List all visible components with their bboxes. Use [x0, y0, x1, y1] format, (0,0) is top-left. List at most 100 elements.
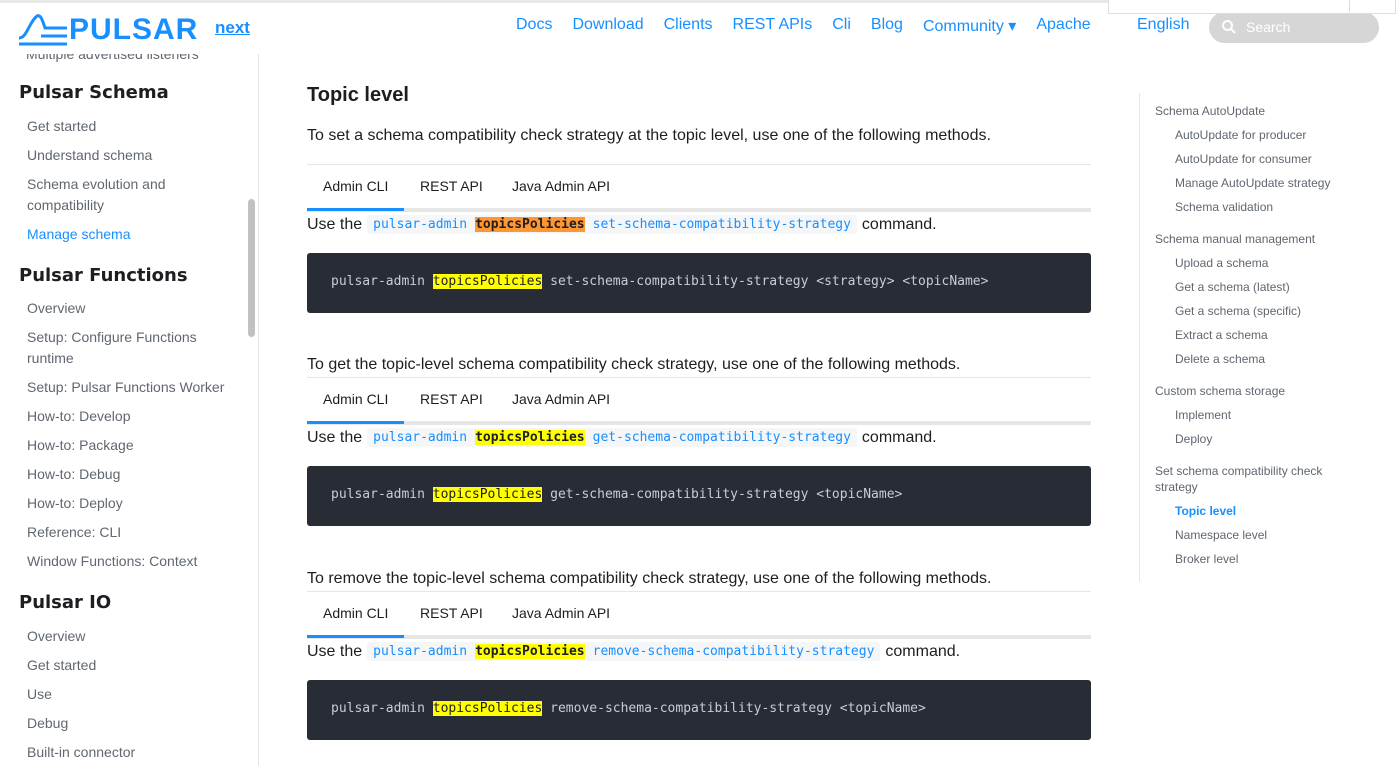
sidebar-item-package[interactable]: How-to: Package [27, 435, 242, 456]
nav-download[interactable]: Download [572, 16, 643, 36]
usage-prefix: Use the [307, 215, 363, 233]
sidebar-item-debug[interactable]: How-to: Debug [27, 464, 242, 485]
tab-admin-cli[interactable]: Admin CLI [323, 391, 388, 407]
pulsar-logo[interactable]: PULSAR [17, 10, 197, 48]
search-highlight: topicsPolicies [432, 487, 543, 502]
tab-java-admin-api[interactable]: Java Admin API [512, 391, 610, 407]
search-highlight: topicsPolicies [432, 701, 543, 716]
sidebar-item-deploy[interactable]: How-to: Deploy [27, 493, 242, 514]
toc-item[interactable]: AutoUpdate for consumer [1175, 151, 1365, 167]
toc-item[interactable]: Implement [1175, 407, 1365, 423]
nav-apache[interactable]: Apache [1036, 16, 1090, 36]
nav-docs[interactable]: Docs [516, 16, 552, 36]
usage-prefix: Use the [307, 428, 363, 446]
inline-command: pulsar-admin topicsPolicies get-schema-c… [367, 428, 857, 447]
sidebar-item-cut[interactable]: Multiple advertised listeners [26, 54, 199, 62]
toc-item[interactable]: Schema AutoUpdate [1155, 103, 1365, 119]
nav-blog[interactable]: Blog [871, 16, 903, 36]
toc-item[interactable]: Manage AutoUpdate strategy [1175, 175, 1365, 191]
sidebar-item-manage-schema[interactable]: Manage schema [27, 224, 242, 245]
tab-group: Admin CLI REST API Java Admin API [307, 164, 1091, 212]
tab-rest-api[interactable]: REST API [420, 605, 483, 621]
table-of-contents: Schema AutoUpdate AutoUpdate for produce… [1139, 93, 1379, 582]
toc-item[interactable]: Set schema compatibility check strategy [1155, 463, 1345, 495]
popup-edge [1108, 0, 1396, 14]
active-tab-indicator [307, 421, 404, 424]
sidebar-item-io-overview[interactable]: Overview [27, 626, 242, 647]
sidebar-item-io-debug[interactable]: Debug [27, 713, 242, 734]
usage-line: Use the pulsar-admin topicsPolicies remo… [307, 642, 960, 661]
section-intro: To set a schema compatibility check stra… [307, 127, 991, 144]
sidebar-item-overview[interactable]: Overview [27, 298, 242, 319]
sidebar-item-schema-evolution[interactable]: Schema evolution and compatibility [27, 174, 187, 216]
tab-admin-cli[interactable]: Admin CLI [323, 605, 388, 621]
nav-cli[interactable]: Cli [832, 16, 851, 36]
sidebar-item-develop[interactable]: How-to: Develop [27, 406, 242, 427]
sidebar-heading-schema[interactable]: Pulsar Schema [19, 82, 169, 103]
search-placeholder: Search [1246, 19, 1291, 35]
nav-rest-apis[interactable]: REST APIs [733, 16, 813, 36]
usage-prefix: Use the [307, 642, 363, 660]
sidebar-heading-io[interactable]: Pulsar IO [19, 592, 111, 613]
tab-group: Admin CLI REST API Java Admin API [307, 591, 1091, 639]
section-intro: To get the topic-level schema compatibil… [307, 356, 961, 373]
toc-item[interactable]: Schema validation [1175, 199, 1365, 215]
toc-item[interactable]: Deploy [1175, 431, 1365, 447]
usage-line: Use the pulsar-admin topicsPolicies get-… [307, 428, 937, 447]
sidebar-item-io-use[interactable]: Use [27, 684, 242, 705]
sidebar: Multiple advertised listeners Pulsar Sch… [0, 54, 259, 766]
code-block[interactable]: pulsar-admin topicsPolicies set-schema-c… [307, 253, 1091, 313]
section-intro: To remove the topic-level schema compati… [307, 570, 992, 587]
toc-item[interactable]: Schema manual management [1155, 231, 1365, 247]
active-tab-indicator [307, 635, 404, 638]
logo-text: PULSAR [69, 13, 199, 46]
active-tab-indicator [307, 208, 404, 211]
toc-item[interactable]: AutoUpdate for producer [1175, 127, 1365, 143]
sidebar-scrollbar[interactable] [248, 199, 255, 337]
tab-rest-api[interactable]: REST API [420, 391, 483, 407]
usage-suffix: command. [861, 215, 937, 233]
sidebar-heading-functions[interactable]: Pulsar Functions [19, 265, 188, 286]
nav-community-dropdown[interactable]: Community ▾ [923, 16, 1016, 36]
toc-item[interactable]: Get a schema (latest) [1175, 279, 1365, 295]
sidebar-item-io-get-started[interactable]: Get started [27, 655, 242, 676]
toc-item[interactable]: Custom schema storage [1155, 383, 1365, 399]
search-highlight: topicsPolicies [475, 430, 585, 445]
language-selector[interactable]: English [1137, 16, 1189, 34]
toc-item[interactable]: Extract a schema [1175, 327, 1365, 343]
version-link[interactable]: next [215, 18, 250, 38]
sidebar-item-builtin-connector[interactable]: Built-in connector [27, 742, 242, 763]
search-input[interactable]: Search [1209, 12, 1379, 43]
sidebar-item-window-functions[interactable]: Window Functions: Context [27, 551, 242, 572]
tab-rest-api[interactable]: REST API [420, 178, 483, 194]
tab-java-admin-api[interactable]: Java Admin API [512, 178, 610, 194]
toc-item[interactable]: Broker level [1175, 551, 1365, 567]
toc-item[interactable]: Namespace level [1175, 527, 1365, 543]
toc-item-active[interactable]: Topic level [1175, 503, 1365, 519]
tab-java-admin-api[interactable]: Java Admin API [512, 605, 610, 621]
toc-item[interactable]: Delete a schema [1175, 351, 1365, 367]
sidebar-item-functions-worker[interactable]: Setup: Pulsar Functions Worker [27, 377, 242, 398]
toc-item[interactable]: Get a schema (specific) [1175, 303, 1365, 319]
inline-command: pulsar-admin topicsPolicies remove-schem… [367, 642, 881, 661]
search-icon [1222, 20, 1236, 34]
usage-suffix: command. [885, 642, 961, 660]
code-block[interactable]: pulsar-admin topicsPolicies remove-schem… [307, 680, 1091, 740]
page-heading: Topic level [307, 84, 409, 106]
nav-links: Docs Download Clients REST APIs Cli Blog… [516, 16, 1111, 36]
sidebar-item-configure-runtime[interactable]: Setup: Configure Functions runtime [27, 327, 222, 369]
nav-clients[interactable]: Clients [664, 16, 713, 36]
usage-suffix: command. [861, 428, 937, 446]
search-highlight: topicsPolicies [432, 274, 543, 289]
pulsar-logo-icon [18, 14, 67, 46]
search-highlight: topicsPolicies [475, 644, 585, 659]
search-highlight-active: topicsPolicies [475, 217, 585, 232]
sidebar-item-get-started[interactable]: Get started [27, 116, 242, 137]
toc-item[interactable]: Upload a schema [1175, 255, 1365, 271]
code-block[interactable]: pulsar-admin topicsPolicies get-schema-c… [307, 466, 1091, 526]
tab-admin-cli[interactable]: Admin CLI [323, 178, 388, 194]
tab-group: Admin CLI REST API Java Admin API [307, 377, 1091, 425]
sidebar-item-understand-schema[interactable]: Understand schema [27, 145, 242, 166]
inline-command: pulsar-admin topicsPolicies set-schema-c… [367, 215, 857, 234]
sidebar-item-reference-cli[interactable]: Reference: CLI [27, 522, 242, 543]
